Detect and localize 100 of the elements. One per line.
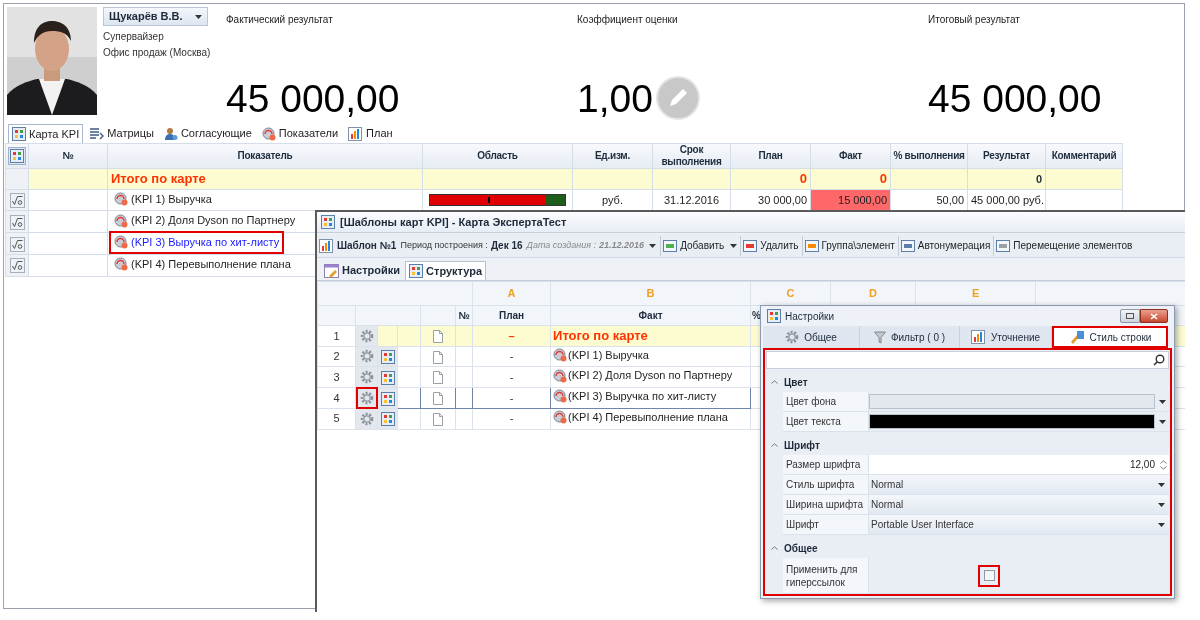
user-dropdown[interactable]: Щукарёв В.В. xyxy=(103,7,208,26)
caret-icon xyxy=(730,243,738,248)
column-header: % выполнения xyxy=(890,143,968,169)
section-header[interactable]: Шрифт xyxy=(765,435,1170,455)
tab[interactable]: Карта KPI xyxy=(8,124,84,143)
toolbar-button[interactable]: Добавить xyxy=(660,235,740,256)
grid-icon[interactable] xyxy=(380,350,395,365)
tab[interactable]: Матрицы xyxy=(85,124,158,143)
chevron-up-icon[interactable] xyxy=(771,443,778,447)
search-field[interactable] xyxy=(766,351,1169,369)
kpi-row-label[interactable]: (KPI 3) Выручка по хит-листу xyxy=(111,233,283,252)
caret-icon xyxy=(1158,502,1165,507)
square-icon xyxy=(743,238,759,253)
total-value: 0 xyxy=(1035,172,1042,185)
section-header[interactable]: Цвет xyxy=(765,372,1170,392)
formula-button[interactable] xyxy=(9,258,25,274)
kpi-row-label[interactable]: (KPI 4) Перевыполнение плана xyxy=(111,254,294,274)
gear-icon xyxy=(359,349,374,364)
column-letter: A xyxy=(507,287,516,300)
column-letter: E xyxy=(971,287,980,300)
table-cell: 31.12.2016 xyxy=(663,193,720,206)
formula-button[interactable] xyxy=(9,214,25,230)
property-label: Цвет фона xyxy=(783,392,869,411)
caret-icon[interactable] xyxy=(649,243,657,248)
template-icon xyxy=(319,238,334,253)
column-header: Область xyxy=(422,143,573,169)
toolbar-button[interactable]: Удалить xyxy=(740,235,801,256)
grid-icon[interactable] xyxy=(380,370,395,385)
column-letter: B xyxy=(646,287,655,300)
created-label: Дата создания : xyxy=(526,238,597,252)
column-header: Ед.изм. xyxy=(572,143,653,169)
gear-icon xyxy=(785,330,800,344)
gauge-icon xyxy=(114,213,128,228)
formula-button[interactable] xyxy=(9,193,25,209)
grid-icon[interactable] xyxy=(380,391,395,406)
column-header: Комментарий xyxy=(1045,143,1123,169)
metric-label: Коэффициент оценки xyxy=(577,13,679,27)
color-picker[interactable] xyxy=(869,392,1169,411)
column-header: План xyxy=(730,143,811,169)
dropdown-field[interactable]: Normal xyxy=(869,495,1169,514)
gauge-icon xyxy=(114,191,128,206)
dropdown-field[interactable]: Normal xyxy=(869,475,1169,494)
document-icon xyxy=(433,350,443,364)
search-icon[interactable] xyxy=(1153,354,1165,366)
brush-icon xyxy=(1068,330,1085,344)
metric-value: 45 000,00 xyxy=(226,78,400,118)
grid-icon[interactable] xyxy=(380,412,395,427)
table-cell: - xyxy=(509,412,514,425)
property-label: Цвет текста xyxy=(783,412,869,431)
tab[interactable]: Общее xyxy=(763,326,860,348)
tab[interactable]: Фильтр ( 0 ) xyxy=(860,326,960,348)
tab[interactable]: Стиль строки xyxy=(1052,326,1168,348)
gauge-icon xyxy=(114,235,128,250)
tab[interactable]: Настройки xyxy=(321,261,404,280)
gauge-icon xyxy=(261,126,276,141)
list-icon xyxy=(89,127,105,140)
column-header: № xyxy=(28,143,108,169)
color-picker[interactable] xyxy=(869,412,1169,431)
created-date: 21.12.2016 xyxy=(599,238,645,252)
chevron-up-icon[interactable] xyxy=(771,546,778,550)
number-field[interactable]: 12,00 xyxy=(869,455,1169,474)
square-icon xyxy=(996,238,1012,253)
restore-button[interactable] xyxy=(1120,309,1140,323)
grid-icon xyxy=(409,264,424,278)
user-role: Супервайзер xyxy=(103,30,165,44)
tab[interactable]: Согласующие xyxy=(159,124,256,143)
toolbar-button[interactable]: Группа\элемент xyxy=(801,235,897,256)
dropdown-field[interactable]: Portable User Interface xyxy=(869,515,1169,534)
period-value: Дек 16 xyxy=(490,239,523,253)
gear-button[interactable] xyxy=(357,388,376,407)
window-title: [Шаблоны карт KPI] - Карта ЭкспертаТест xyxy=(340,214,567,230)
chart-icon xyxy=(348,126,364,141)
row-number: 1 xyxy=(333,329,340,342)
document-icon xyxy=(433,330,443,344)
toolbar-button[interactable]: Автонумерация xyxy=(897,235,993,256)
chart-icon xyxy=(970,330,986,344)
template-name: Шаблон №1 xyxy=(337,239,397,253)
tab[interactable]: Уточнение xyxy=(960,326,1052,348)
tab[interactable]: Показатели xyxy=(257,124,343,143)
chevron-up-icon[interactable] xyxy=(771,380,778,384)
formula-button[interactable] xyxy=(9,236,25,252)
spin-down-icon[interactable] xyxy=(1160,465,1167,470)
metric-label: Итоговый результат xyxy=(928,13,1021,27)
table-cell: 45 000,00 руб. xyxy=(971,193,1044,206)
toolbar-button[interactable]: Перемещение элементов xyxy=(993,235,1135,256)
tab[interactable]: Структура xyxy=(405,261,487,280)
spin-up-icon[interactable] xyxy=(1160,459,1167,464)
close-button[interactable] xyxy=(1140,309,1168,323)
checkbox[interactable] xyxy=(983,570,995,581)
property-label: Стиль шрифта xyxy=(783,475,869,494)
tab[interactable]: План xyxy=(344,124,397,143)
table-settings-button[interactable] xyxy=(8,147,26,165)
row-number: 3 xyxy=(333,370,340,383)
kpi-name: (KPI 3) Выручка по хит-листу xyxy=(568,389,717,404)
grid-icon xyxy=(10,149,24,163)
kpi-row-label[interactable]: (KPI 2) Доля Dyson по Партнеру xyxy=(111,211,299,230)
section-header[interactable]: Общее xyxy=(765,538,1170,558)
restore-icon xyxy=(1126,313,1134,319)
property-label: Размер шрифта xyxy=(783,455,869,474)
period-label: Период построения : xyxy=(400,238,488,252)
